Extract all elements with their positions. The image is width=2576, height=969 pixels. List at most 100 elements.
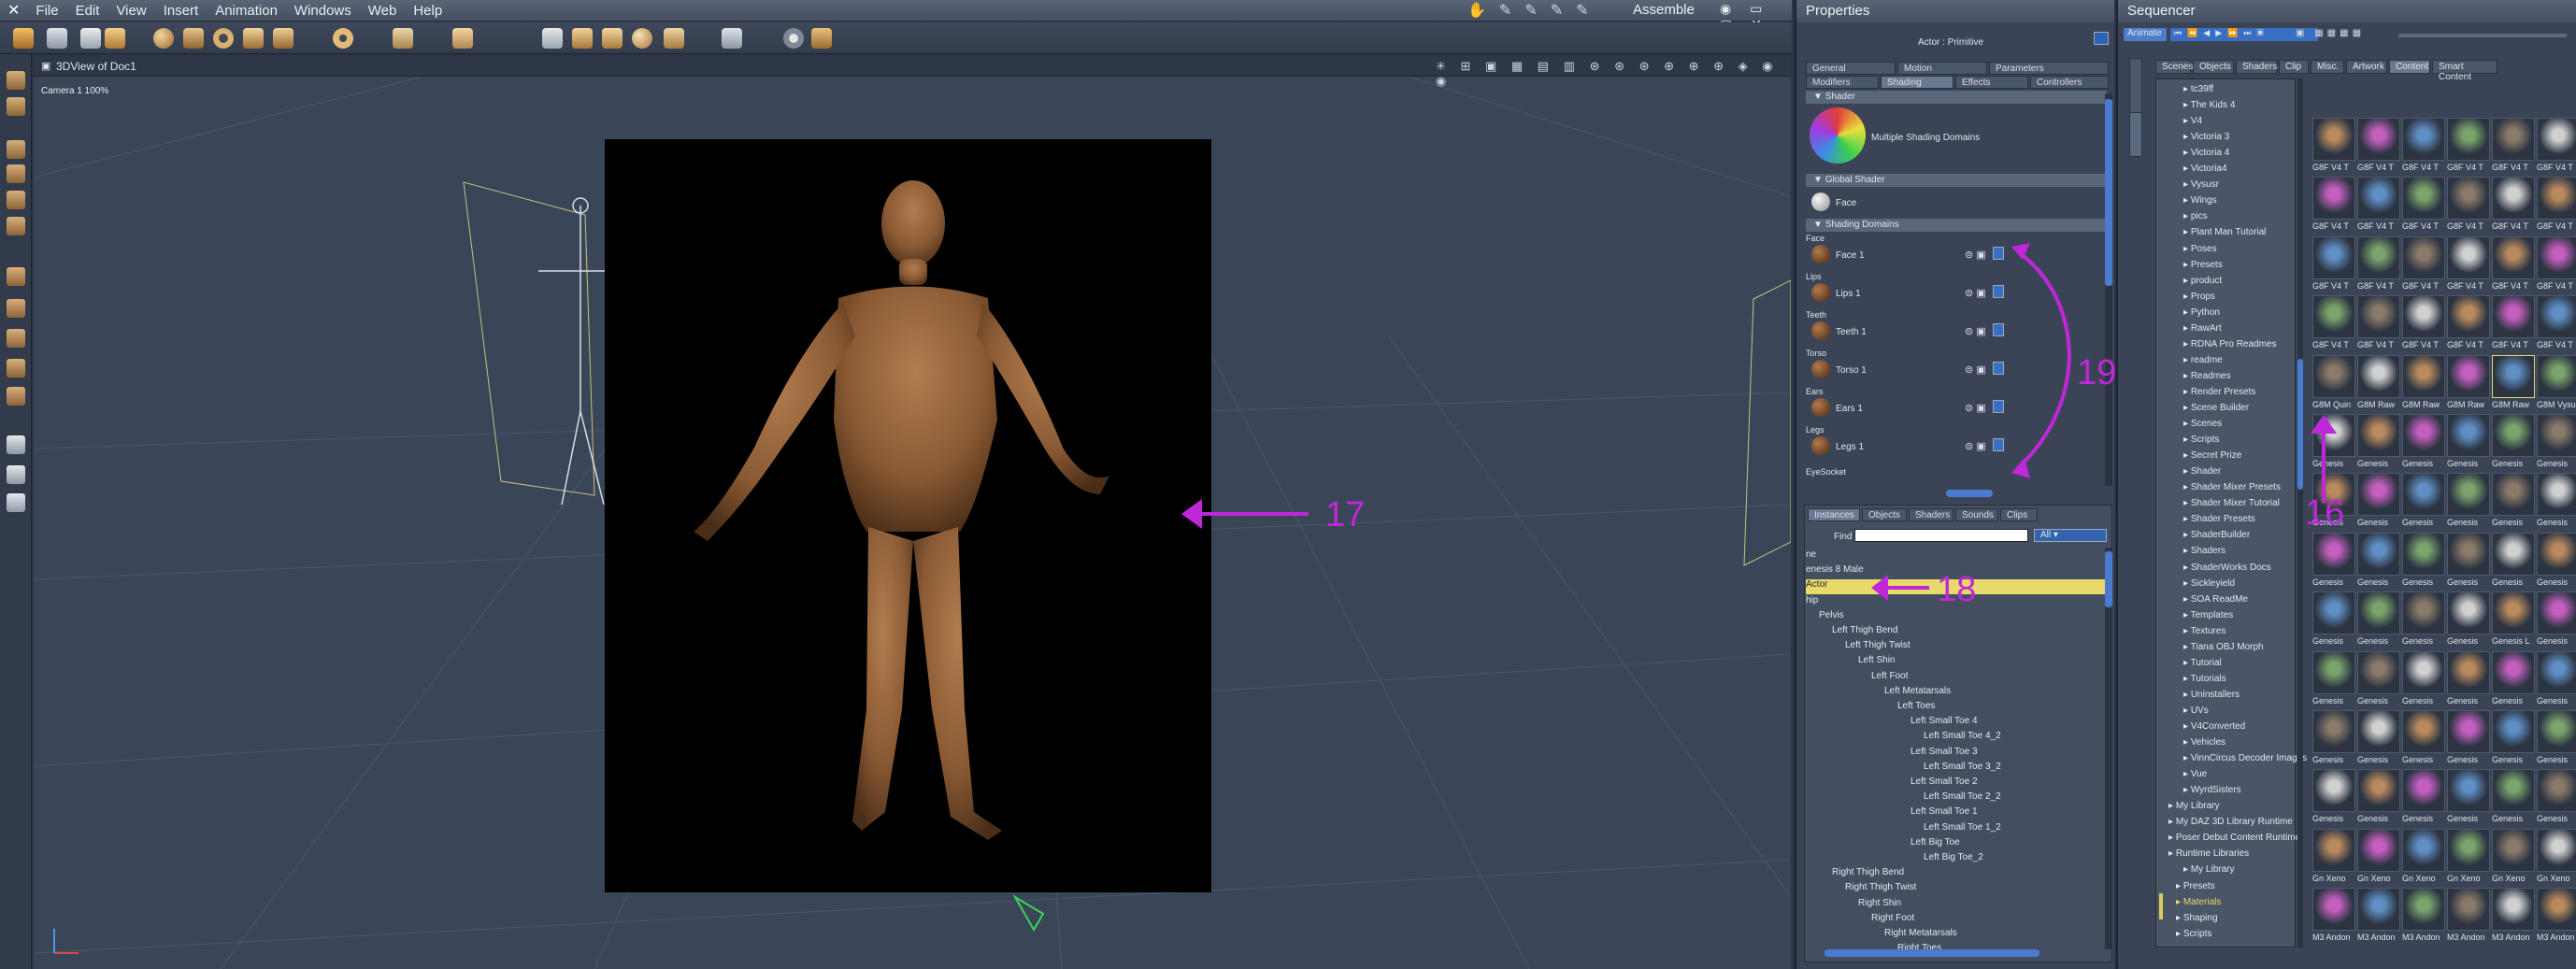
shader-section-header[interactable]: ▼ Shader <box>1806 91 2107 104</box>
tree-node[interactable]: ne <box>1806 549 2105 564</box>
folder-item[interactable]: ▸ My Library <box>2183 864 2235 880</box>
content-thumbnail[interactable] <box>2402 177 2445 221</box>
content-thumbnail[interactable] <box>2312 650 2355 694</box>
menu-view[interactable]: View <box>107 3 154 19</box>
folder-expand-icon[interactable]: ▸ <box>2183 450 2191 461</box>
folder-item[interactable]: ▸ ShaderWorks Docs <box>2183 563 2271 578</box>
folder-expand-icon[interactable]: ▸ <box>2176 881 2183 891</box>
particles-icon[interactable] <box>722 28 742 49</box>
folder-item[interactable]: ▸ Shader <box>2183 466 2221 482</box>
domain-shader-swatch[interactable] <box>1811 436 1830 455</box>
content-thumbnail[interactable] <box>2402 591 2445 635</box>
content-thumbnail[interactable] <box>2492 414 2535 457</box>
content-tab[interactable]: Scenes <box>2155 60 2193 74</box>
content-thumbnail[interactable] <box>2312 591 2355 635</box>
folder-expand-icon[interactable]: ▸ <box>2168 801 2176 811</box>
paint-icon[interactable] <box>80 28 101 49</box>
properties-menu-icon[interactable] <box>2094 32 2109 45</box>
folder-item[interactable]: ▸ Shaping <box>2176 913 2218 929</box>
content-thumbnail[interactable] <box>2402 532 2445 576</box>
folder-item[interactable]: ▸ Uninstallers <box>2183 690 2240 705</box>
content-thumbnail[interactable] <box>2357 235 2400 279</box>
folder-expand-icon[interactable]: ▸ <box>2183 498 2191 508</box>
folder-item[interactable]: ▸ Scenes <box>2183 419 2222 435</box>
content-thumbnail[interactable] <box>2402 295 2445 339</box>
tree-node[interactable]: Left Big Toe <box>1911 837 2105 852</box>
folder-item[interactable]: ▸ Render Presets <box>2183 387 2255 403</box>
content-tab[interactable]: Artwork <box>2346 60 2387 74</box>
tab-shading[interactable]: Shading <box>1881 76 1953 89</box>
content-thumbnail[interactable] <box>2447 591 2490 635</box>
folder-expand-icon[interactable]: ▸ <box>2183 244 2191 254</box>
tab-general[interactable]: General <box>1806 62 1896 75</box>
folder-expand-icon[interactable]: ▸ <box>2176 929 2183 939</box>
blob-primitive-icon[interactable] <box>632 28 652 49</box>
house-primitive-icon[interactable] <box>572 28 593 49</box>
workspace-tools-icons[interactable]: ✋✎✎✎✎ <box>1467 1 1602 20</box>
domain-menu-icon[interactable] <box>1993 438 2004 451</box>
content-thumbnail[interactable] <box>2402 769 2445 813</box>
content-thumbnail[interactable] <box>2357 828 2400 872</box>
tree-node[interactable]: Left Small Toe 3 <box>1911 747 2105 762</box>
folder-expand-icon[interactable]: ▸ <box>2168 817 2176 827</box>
content-thumbnail[interactable] <box>2537 295 2576 339</box>
folder-expand-icon[interactable]: ▸ <box>2183 642 2191 652</box>
folder-expand-icon[interactable]: ▸ <box>2183 690 2191 700</box>
menu-windows[interactable]: Windows <box>286 3 360 19</box>
folder-expand-icon[interactable]: ▸ <box>2183 164 2191 174</box>
folder-item[interactable]: ▸ Victoria 4 <box>2183 148 2229 164</box>
folder-item[interactable]: ▸ My Library <box>2168 801 2220 817</box>
menu-file[interactable]: File <box>27 3 66 19</box>
content-thumbnail[interactable] <box>2312 354 2355 398</box>
brush-icon[interactable] <box>47 28 67 49</box>
animate-button[interactable]: Animate <box>2124 28 2167 41</box>
folder-item[interactable]: ▸ Templates <box>2183 610 2233 626</box>
content-thumbnail[interactable] <box>2402 118 2445 161</box>
folder-expand-icon[interactable]: ▸ <box>2168 848 2176 859</box>
folder-item[interactable]: ▸ Readmes <box>2183 371 2231 387</box>
pencil-icon[interactable] <box>13 28 34 49</box>
viewport-controls-icons[interactable]: ✳ ⊞ ▣ ▦ ▤ ▥ ⊛ ⊛ ⊛ ⊕ ⊕ ⊕ ◈ ◉ ◉ <box>1436 59 1791 89</box>
content-thumbnail[interactable] <box>2492 473 2535 517</box>
folder-item[interactable]: ▸ Tiana OBJ Morph <box>2183 642 2264 658</box>
folder-item[interactable]: ▸ ShaderBuilder <box>2183 530 2250 546</box>
folder-item[interactable]: ▸ Secret Prize <box>2183 450 2241 466</box>
content-thumbnail[interactable] <box>2447 710 2490 753</box>
tree-node[interactable]: Left Thigh Twist <box>1845 640 2105 655</box>
tree-node[interactable]: Right Foot <box>1871 913 2105 928</box>
render-preview[interactable] <box>605 139 1211 892</box>
cylinder-primitive-icon[interactable] <box>183 28 204 49</box>
domain-shader-swatch[interactable] <box>1811 360 1830 378</box>
folder-item[interactable]: ▸ tc39ff <box>2183 84 2213 100</box>
content-thumbnail[interactable] <box>2357 414 2400 457</box>
folder-item[interactable]: ▸ VinnCircus Decoder Images <box>2183 753 2307 769</box>
tree-node[interactable]: Pelvis <box>1819 610 2105 625</box>
content-thumbnail[interactable] <box>2312 118 2355 161</box>
translate-tool-icon[interactable] <box>7 299 25 318</box>
tree-node[interactable]: Left Small Toe 2 <box>1911 777 2105 791</box>
timeline-slider[interactable] <box>2398 34 2567 37</box>
content-thumbnail[interactable] <box>2447 769 2490 813</box>
content-thumbnail[interactable] <box>2312 235 2355 279</box>
gear-primitive-icon[interactable] <box>333 28 353 49</box>
folder-expand-icon[interactable]: ▸ <box>2183 323 2191 334</box>
folder-item[interactable]: ▸ My DAZ 3D Library Runtime <box>2168 817 2293 833</box>
content-thumbnail[interactable] <box>2537 888 2576 932</box>
content-thumbnail[interactable] <box>2492 828 2535 872</box>
content-thumbnail[interactable] <box>2447 118 2490 161</box>
domain-shader-swatch[interactable] <box>1811 398 1830 417</box>
content-thumbnail[interactable] <box>2357 888 2400 932</box>
content-thumbnail[interactable] <box>2537 473 2576 517</box>
folder-item[interactable]: ▸ product <box>2183 276 2222 292</box>
content-thumbnail[interactable] <box>2357 295 2400 339</box>
content-tab[interactable]: Shaders <box>2236 60 2277 74</box>
folder-item[interactable]: ▸ Materials <box>2176 897 2221 913</box>
menu-edit[interactable]: Edit <box>67 3 108 19</box>
camera-icon[interactable] <box>7 435 25 454</box>
folder-expand-icon[interactable]: ▸ <box>2183 737 2191 748</box>
folder-tree-scrollbar[interactable] <box>2297 78 2303 948</box>
shading-domains-header[interactable]: ▼ Shading Domains <box>1806 219 2107 232</box>
content-thumbnail[interactable] <box>2447 473 2490 517</box>
folder-item[interactable]: ▸ Poser Debut Content Runtime <box>2168 833 2300 848</box>
content-thumbnail[interactable] <box>2357 532 2400 576</box>
